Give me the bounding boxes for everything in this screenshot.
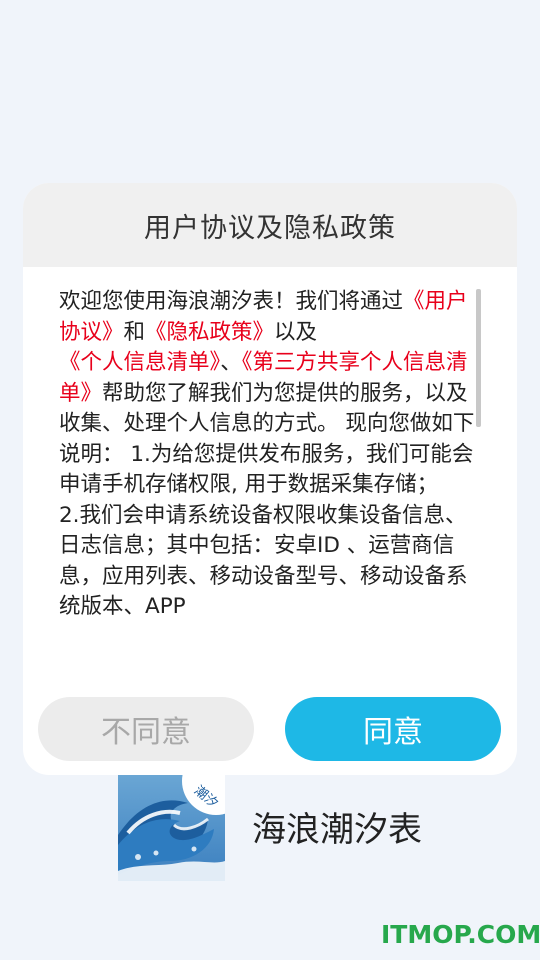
text-scrollbar[interactable] <box>476 289 481 427</box>
app-name: 海浪潮汐表 <box>252 810 422 850</box>
dialog-header: 用户协议及隐私政策 <box>23 183 517 267</box>
watermark: ITMOP.COM <box>381 920 540 949</box>
conjunction-text: 和 <box>123 319 146 345</box>
app-icon: 潮汐 <box>118 775 225 881</box>
disagree-button[interactable]: 不同意 <box>38 697 254 761</box>
agree-button[interactable]: 同意 <box>285 697 501 761</box>
privacy-policy-link[interactable]: 《隐私政策》 <box>145 320 274 345</box>
intro-text: 欢迎您使用海浪潮汐表！我们将通过 <box>59 289 404 314</box>
point-2-text: 2.我们会申请系统设备权限收集设备信息、日志信息；其中包括：安卓ID 、运营商信… <box>59 502 468 620</box>
personal-info-list-link[interactable]: 《个人信息清单》 <box>59 350 220 375</box>
agreement-text[interactable]: 欢迎您使用海浪潮汐表！我们将通过《用户协议》和《隐私政策》以及 《个人信息清单》、… <box>59 287 479 637</box>
dialog-title: 用户协议及隐私政策 <box>144 212 396 244</box>
separator-text: 、 <box>220 350 242 375</box>
conjunction-text: 以及 <box>274 319 318 345</box>
wave-icon: 潮汐 <box>118 775 225 881</box>
privacy-dialog: 用户协议及隐私政策 欢迎您使用海浪潮汐表！我们将通过《用户协议》和《隐私政策》以… <box>23 183 517 775</box>
intro-continued-text: 帮助您了解我们为您提供的服务，以及收集、处理个人信息的方式。 现向您做如下说明：… <box>59 380 475 498</box>
